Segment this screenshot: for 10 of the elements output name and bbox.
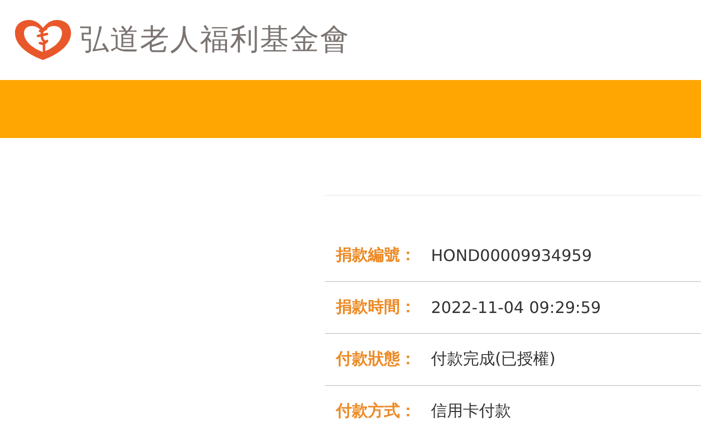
site-title: 弘道老人福利基金會 [80, 21, 350, 58]
field-value: 付款完成(已授權) [431, 349, 556, 370]
field-label: 捐款時間： [336, 297, 417, 318]
field-value: HOND00009934959 [431, 246, 592, 265]
heart-logo-icon [14, 19, 72, 61]
field-label: 付款方式： [336, 401, 417, 422]
field-label: 捐款編號： [336, 245, 417, 266]
field-label: 付款狀態： [336, 349, 417, 370]
field-value: 2022-11-04 09:29:59 [431, 298, 601, 317]
field-value: 信用卡付款 [431, 401, 511, 422]
